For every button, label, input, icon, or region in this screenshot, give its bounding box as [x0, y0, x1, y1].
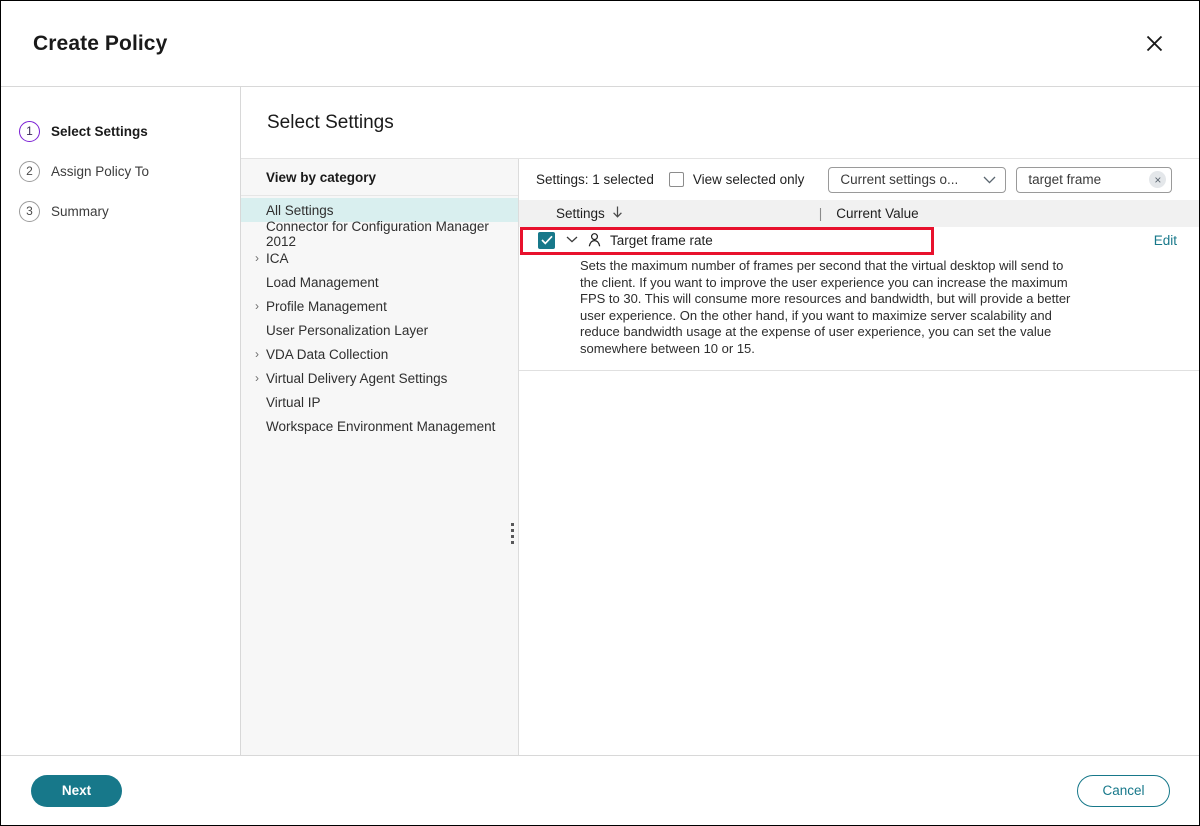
panel-resize-handle[interactable]: [511, 523, 514, 544]
settings-table-header: Settings | Current Value: [519, 200, 1199, 227]
edit-link[interactable]: Edit: [1154, 227, 1177, 253]
step-label-3: Summary: [51, 203, 109, 219]
close-icon[interactable]: [1137, 27, 1171, 61]
column-divider: |: [818, 206, 823, 221]
user-icon: [588, 233, 601, 247]
step-label-1: Select Settings: [51, 123, 148, 139]
wizard-step-summary[interactable]: 3 Summary: [1, 191, 240, 231]
dialog-body: 1 Select Settings 2 Assign Policy To 3 S…: [1, 87, 1199, 755]
column-header-settings-label: Settings: [556, 206, 605, 221]
category-label: Virtual Delivery Agent Settings: [266, 370, 448, 386]
select-settings-pane: Select Settings View by category All Set…: [241, 87, 1199, 755]
create-policy-dialog: Create Policy 1 Select Settings 2 Assign…: [0, 0, 1200, 826]
setting-description-block: Sets the maximum number of frames per se…: [519, 253, 1199, 371]
sort-descending-arrow-icon: [612, 206, 623, 221]
pane-header: Select Settings: [241, 87, 1199, 159]
category-item-virtual-ip[interactable]: Virtual IP: [241, 390, 518, 414]
settings-toolbar: Settings: 1 selected View selected only …: [519, 159, 1199, 200]
clear-icon[interactable]: ×: [1149, 171, 1167, 188]
category-label: VDA Data Collection: [266, 346, 389, 362]
search-value: target frame: [1028, 172, 1102, 187]
category-item-vda-data-collection[interactable]: › VDA Data Collection: [241, 342, 518, 366]
category-item-profile-management[interactable]: › Profile Management: [241, 294, 518, 318]
step-number-2: 2: [19, 160, 40, 182]
chevron-right-icon: ›: [255, 251, 259, 265]
wizard-step-select-settings[interactable]: 1 Select Settings: [1, 111, 240, 151]
settings-filter-dropdown[interactable]: Current settings o...: [828, 166, 1007, 193]
settings-row-group: Target frame rate 60 fps Edit Sets the m…: [519, 227, 1199, 371]
category-label: Workspace Environment Management: [266, 418, 496, 434]
category-item-workspace-environment-management[interactable]: Workspace Environment Management: [241, 414, 518, 438]
settings-search-input[interactable]: target frame ×: [1016, 166, 1173, 193]
selected-count-label: Settings: 1 selected: [536, 172, 654, 187]
chevron-right-icon: ›: [255, 347, 259, 361]
setting-name: Target frame rate: [610, 232, 713, 248]
category-item-ica[interactable]: › ICA: [241, 246, 518, 270]
settings-panel: Settings: 1 selected View selected only …: [519, 159, 1199, 755]
next-button[interactable]: Next: [31, 774, 122, 807]
category-label: User Personalization Layer: [266, 322, 429, 338]
category-label: Virtual IP: [266, 394, 321, 410]
setting-description: Sets the maximum number of frames per se…: [580, 258, 1071, 356]
setting-checkbox[interactable]: [538, 231, 555, 249]
chevron-right-icon: ›: [255, 299, 259, 313]
category-item-user-personalization-layer[interactable]: User Personalization Layer: [241, 318, 518, 342]
chevron-down-icon: [983, 171, 996, 189]
column-header-current-value: Current Value: [836, 206, 919, 221]
category-item-virtual-delivery-agent-settings[interactable]: › Virtual Delivery Agent Settings: [241, 366, 518, 390]
category-item-connector-for-configuration-manager-2012[interactable]: Connector for Configuration Manager 2012: [241, 219, 518, 249]
chevron-right-icon: ›: [255, 371, 259, 385]
dialog-footer: Next Cancel: [1, 755, 1199, 825]
category-label: ICA: [266, 250, 289, 266]
chevron-down-icon[interactable]: [566, 234, 578, 246]
category-label: All Settings: [266, 202, 334, 218]
category-label: Connector for Configuration Manager 2012: [266, 219, 489, 249]
category-label: Profile Management: [266, 298, 387, 314]
step-label-2: Assign Policy To: [51, 163, 150, 179]
step-number-3: 3: [19, 200, 40, 222]
step-number-1: 1: [19, 120, 40, 142]
column-header-settings[interactable]: Settings: [519, 206, 623, 221]
settings-filter-value: Current settings o...: [840, 172, 959, 187]
wizard-step-assign-policy-to[interactable]: 2 Assign Policy To: [1, 151, 240, 191]
view-selected-only-checkbox[interactable]: [668, 172, 684, 187]
wizard-steps: 1 Select Settings 2 Assign Policy To 3 S…: [1, 87, 241, 755]
cancel-button[interactable]: Cancel: [1077, 774, 1170, 807]
category-list: All Settings Connector for Configuration…: [241, 196, 518, 438]
pane-title: Select Settings: [267, 111, 394, 133]
category-panel: View by category All Settings Connector …: [241, 159, 519, 755]
category-item-load-management[interactable]: Load Management: [241, 270, 518, 294]
category-panel-header: View by category: [241, 159, 518, 196]
pane-content: View by category All Settings Connector …: [241, 159, 1199, 755]
dialog-header: Create Policy: [1, 1, 1199, 87]
table-row[interactable]: Target frame rate 60 fps Edit: [519, 227, 1199, 253]
category-label: Load Management: [266, 274, 379, 290]
page-title: Create Policy: [33, 31, 168, 55]
view-selected-only-label: View selected only: [692, 172, 805, 187]
